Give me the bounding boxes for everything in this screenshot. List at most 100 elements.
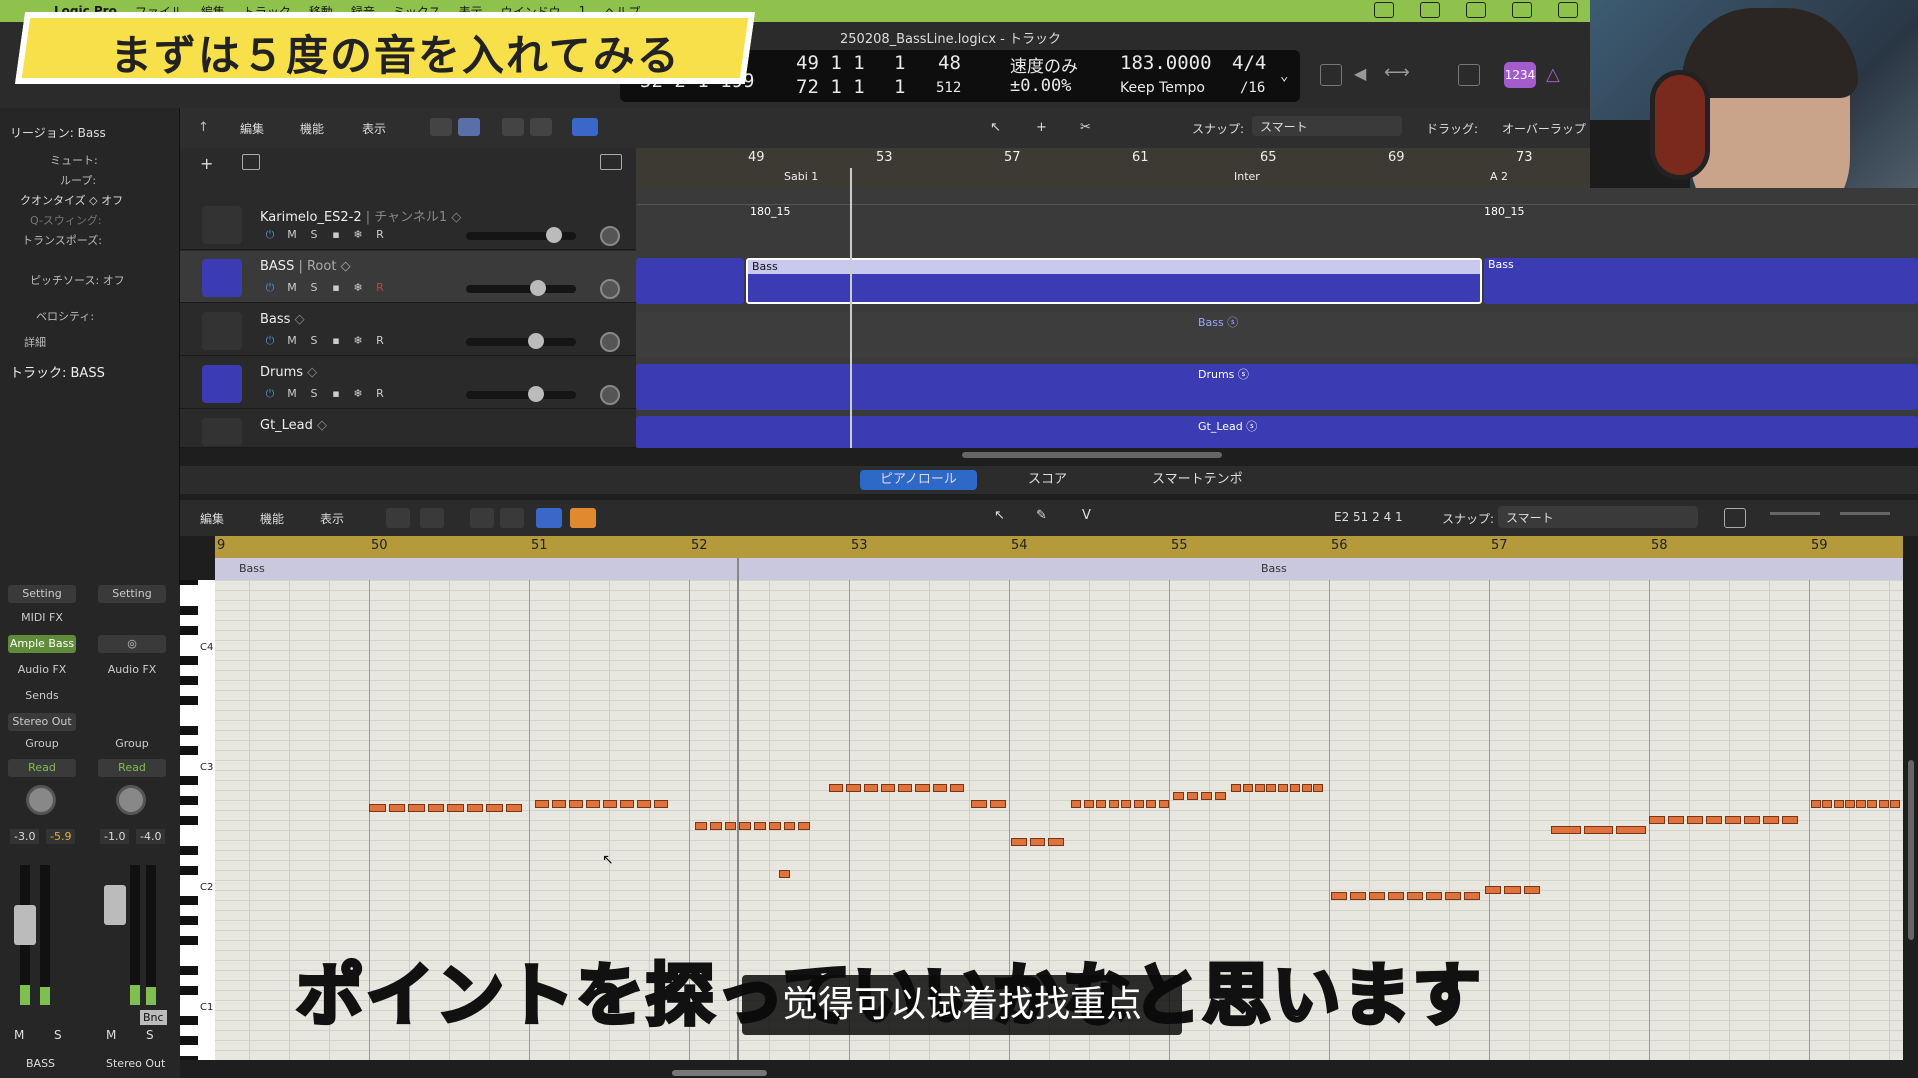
midi-note[interactable]: [990, 800, 1006, 808]
midi-note[interactable]: [486, 804, 503, 812]
strip2-setting-button[interactable]: Setting: [98, 585, 166, 603]
pointer-tool-icon[interactable]: ↖: [990, 120, 1001, 135]
strip1-fader[interactable]: [14, 905, 36, 945]
pan-knob[interactable]: [600, 385, 620, 405]
drag-select[interactable]: オーバーラップ: [1502, 120, 1586, 137]
midi-note[interactable]: [695, 822, 707, 830]
region-bass-midi-next[interactable]: Bass: [1484, 258, 1918, 304]
arrange-scrollbar[interactable]: [962, 452, 1222, 458]
midi-note[interactable]: [709, 822, 722, 830]
collapse-icon[interactable]: [470, 508, 494, 528]
midi-note[interactable]: [447, 804, 464, 812]
track-row-bass-midi[interactable]: BASS | Root ◇ ⏻ M S ▪ ❄ R: [180, 251, 636, 303]
midi-note[interactable]: [1215, 792, 1226, 800]
marker-a2[interactable]: A 2: [1490, 170, 1508, 183]
region-bass-midi-prev[interactable]: [636, 258, 744, 304]
region-karimelo[interactable]: 180_15 180_15: [636, 204, 1918, 240]
midi-note[interactable]: [586, 800, 600, 808]
strip1-midi-fx[interactable]: MIDI FX: [8, 609, 76, 627]
record-button[interactable]: R: [372, 228, 388, 243]
pr-vertical-scrollbar[interactable]: [1908, 760, 1914, 940]
midi-note[interactable]: [1029, 838, 1046, 846]
midi-note[interactable]: [1844, 800, 1855, 808]
midi-note[interactable]: [846, 784, 861, 792]
midi-note[interactable]: [1445, 892, 1461, 900]
midi-note[interactable]: [1158, 800, 1169, 808]
close-x-icon[interactable]: [1320, 64, 1342, 86]
pr-snap-select[interactable]: スマート: [1498, 506, 1698, 528]
freeze-button[interactable]: ❄: [350, 228, 366, 243]
metronome-icon[interactable]: △: [1546, 64, 1560, 85]
pr-view-menu[interactable]: 表示: [320, 510, 344, 527]
midi-note[interactable]: [466, 804, 483, 812]
midi-note[interactable]: [1011, 838, 1027, 846]
midi-note[interactable]: [779, 870, 790, 878]
midi-note[interactable]: [1426, 892, 1442, 900]
strip1-mute[interactable]: M: [14, 1028, 24, 1042]
volume-fader[interactable]: [466, 333, 576, 349]
midi-note[interactable]: [1083, 800, 1094, 808]
lock-icon[interactable]: ▪: [328, 334, 344, 349]
region-drums[interactable]: Drums ⓢ: [636, 364, 1918, 410]
power-button[interactable]: ⏻: [262, 334, 278, 349]
midi-in-icon[interactable]: [386, 508, 410, 528]
midi-note[interactable]: [1289, 784, 1300, 792]
strip1-volume[interactable]: -3.0: [10, 829, 40, 844]
mute-button[interactable]: M: [284, 281, 300, 296]
strip2-mute[interactable]: M: [106, 1028, 116, 1042]
midi-note[interactable]: [1313, 784, 1324, 792]
midi-note[interactable]: [1242, 784, 1253, 792]
pitch-source-row[interactable]: ピッチソース: オフ: [30, 272, 125, 288]
record-button[interactable]: R: [372, 334, 388, 349]
playhead[interactable]: [850, 168, 852, 448]
midi-note[interactable]: [1878, 800, 1889, 808]
midi-note[interactable]: [1173, 792, 1184, 800]
pr-edit-menu[interactable]: 編集: [200, 510, 224, 527]
midi-note[interactable]: [754, 822, 766, 830]
loop-row[interactable]: ループ:: [60, 172, 96, 188]
input-source-icon[interactable]: [1558, 2, 1578, 18]
tab-smart-tempo[interactable]: スマートテンポ: [1132, 470, 1263, 490]
midi-note[interactable]: [1108, 800, 1119, 808]
tab-piano-roll[interactable]: ピアノロール: [860, 470, 977, 490]
speaker-icon[interactable]: ◀: [1354, 64, 1366, 83]
bounce-button[interactable]: Bnc: [140, 1010, 167, 1025]
midi-note[interactable]: [535, 800, 549, 808]
strip2-pan-knob[interactable]: [116, 785, 146, 815]
midi-note[interactable]: [1407, 892, 1423, 900]
automation-icon[interactable]: [502, 118, 524, 136]
solo-button[interactable]: S: [306, 228, 322, 243]
midi-note[interactable]: [620, 800, 634, 808]
midi-note[interactable]: [863, 784, 878, 792]
list-view-icon[interactable]: [458, 118, 480, 136]
bar-ruler[interactable]: 49 53 57 61 65 69 73 Sabi 1 Inter A 2: [636, 148, 1590, 188]
lcd-tempo[interactable]: 183.0000: [1120, 52, 1212, 74]
midi-note[interactable]: [1266, 784, 1277, 792]
track-row-bass-audio[interactable]: Bass ◇ ⏻ M S ▪ ❄ R: [180, 304, 636, 356]
tracks-view-menu[interactable]: 表示: [362, 120, 386, 137]
quantize-row[interactable]: クオンタイズ ◇ オフ: [20, 192, 123, 208]
strip1-automation[interactable]: Read: [8, 759, 76, 777]
strip1-group[interactable]: Group: [8, 735, 76, 753]
strip2-audio-fx[interactable]: Audio FX: [98, 661, 166, 679]
display-icon[interactable]: [1420, 2, 1440, 18]
strip1-instrument-slot[interactable]: Ample Bass: [8, 635, 76, 653]
back-arrow-icon[interactable]: ↑: [198, 120, 209, 135]
midi-note[interactable]: [1048, 838, 1064, 846]
catch-icon[interactable]: [536, 508, 562, 528]
midi-note[interactable]: [1889, 800, 1900, 808]
region-bass-midi-selected[interactable]: Bass: [746, 258, 1482, 304]
midi-note[interactable]: [915, 784, 930, 792]
strip2-fader[interactable]: [104, 885, 126, 925]
midi-note[interactable]: [1551, 826, 1581, 834]
pr-region-header[interactable]: Bass Bass: [215, 558, 1903, 580]
grid-icon[interactable]: [1466, 2, 1486, 18]
midi-note[interactable]: [1187, 792, 1198, 800]
track-row-karimelo[interactable]: Karimelo_ES2-2 | チャンネル1 ◇ ⏻ M S ▪ ❄ R: [180, 198, 636, 250]
midi-note[interactable]: [388, 804, 405, 812]
solo-button[interactable]: S: [306, 281, 322, 296]
lcd-division[interactable]: /16: [1240, 80, 1265, 96]
midi-note[interactable]: [369, 804, 386, 812]
fit-icon[interactable]: [1724, 508, 1746, 528]
pr-function-menu[interactable]: 機能: [260, 510, 284, 527]
